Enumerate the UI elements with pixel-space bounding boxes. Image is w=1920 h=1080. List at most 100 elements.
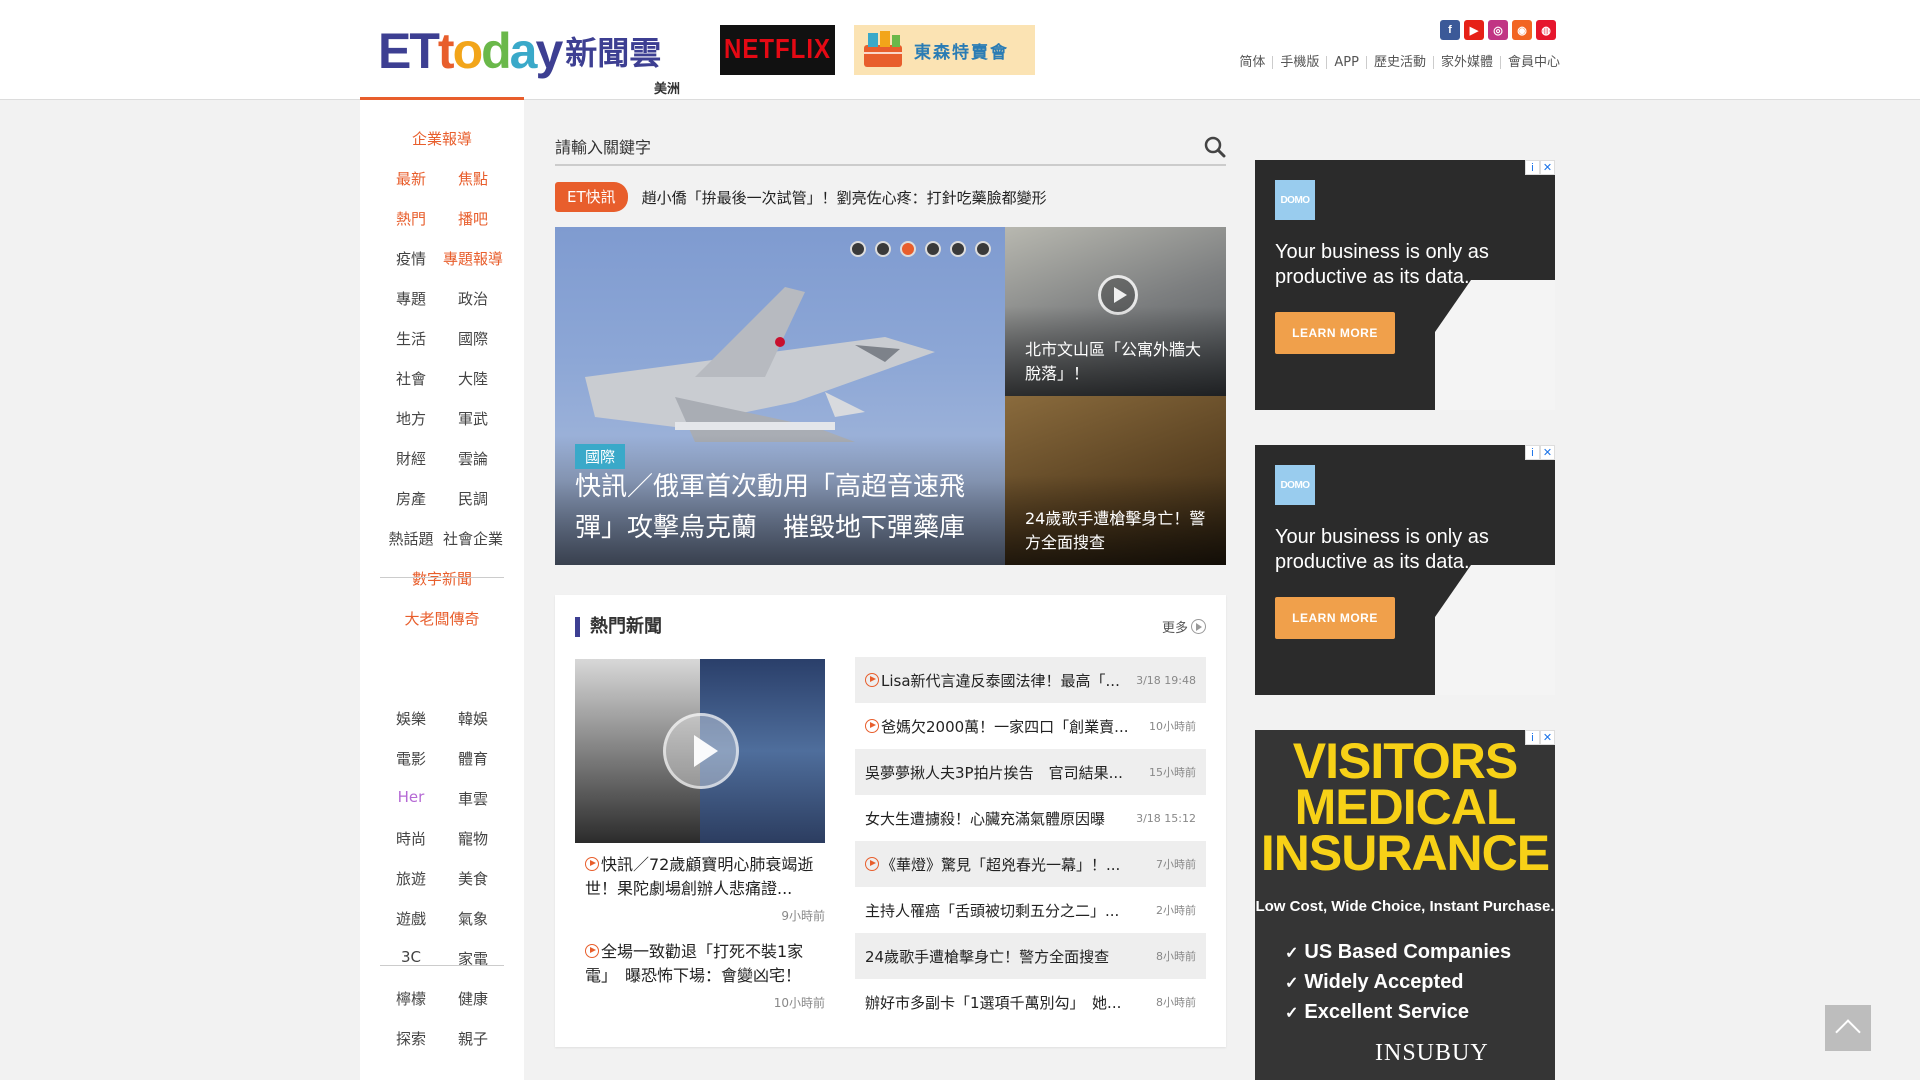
facebook-icon[interactable]: f xyxy=(1440,20,1460,40)
weibo-icon[interactable]: ◍ xyxy=(1536,20,1556,40)
sidebar-item[interactable]: 地方 xyxy=(380,408,442,429)
hot-news-title: 主持人罹癌「舌頭被切剩五分之二」... xyxy=(865,901,1120,920)
hot-news-title: 《華燈》驚見「超兇春光一幕」！... xyxy=(881,855,1121,874)
insurance-ad[interactable]: VISITORS MEDICAL INSURANCE Low Cost, Wid… xyxy=(1255,730,1555,1080)
hot-featured-item[interactable]: 全場一致勸退「打死不裝1家電」 曝恐怖下場：會變凶宅！ 10小時前 xyxy=(585,940,825,1011)
hot-featured-image[interactable] xyxy=(575,659,825,843)
slide-dot[interactable] xyxy=(975,241,991,257)
adchoices-icon[interactable]: i xyxy=(1525,160,1540,175)
slide-dot[interactable] xyxy=(850,241,866,257)
netflix-banner[interactable]: NETFLIX xyxy=(720,25,835,75)
sidebar-item[interactable]: 體育 xyxy=(442,748,504,769)
close-icon[interactable]: ✕ xyxy=(1540,445,1555,460)
sidebar-item[interactable]: 最新 xyxy=(380,168,442,189)
hot-featured-time: 10小時前 xyxy=(773,996,825,1010)
hot-news-item[interactable]: 24歲歌手遭槍擊身亡！警方全面搜查 8小時前 xyxy=(855,933,1206,979)
sidebar-item[interactable]: 播吧 xyxy=(442,208,504,229)
hot-news-item[interactable]: 辦好市多副卡「1選項千萬別勾」 她... 8小時前 xyxy=(855,979,1206,1025)
sidebar-item[interactable]: 旅遊 xyxy=(380,868,442,889)
hero-title[interactable]: 快訊／俄軍首次動用「高超音速飛彈」攻擊烏克蘭 摧毀地下彈藥庫 xyxy=(575,467,995,549)
sidebar-item[interactable]: 寵物 xyxy=(442,828,504,849)
sidebar-item[interactable]: 車雲 xyxy=(442,788,504,809)
ad-controls: i ✕ xyxy=(1525,445,1555,460)
check-icon: ✓ xyxy=(1285,1005,1299,1022)
slide-dot[interactable] xyxy=(950,241,966,257)
sidebar-item[interactable]: 健康 xyxy=(442,988,504,1009)
close-icon[interactable]: ✕ xyxy=(1540,160,1555,175)
domo-ad[interactable]: DOMO Your business is only as productive… xyxy=(1255,445,1555,695)
hot-news-item[interactable]: Lisa新代言違反泰國法律！最高「... 3/18 19:48 xyxy=(855,657,1206,703)
top-link[interactable]: 會員中心 xyxy=(1499,56,1560,69)
sidebar-item[interactable]: 社會企業 xyxy=(442,528,504,549)
top-link[interactable]: APP xyxy=(1326,56,1366,69)
top-link[interactable]: 家外媒體 xyxy=(1432,56,1500,69)
search-icon[interactable] xyxy=(1204,136,1226,158)
sidebar-item[interactable]: 電影 xyxy=(380,748,442,769)
sidebar-item[interactable]: 專題報導 xyxy=(442,248,504,269)
sidebar-item[interactable]: 雲論 xyxy=(442,448,504,469)
slide-dot[interactable] xyxy=(875,241,891,257)
sidebar-item[interactable]: 政治 xyxy=(442,288,504,309)
sidebar-item[interactable]: 大陸 xyxy=(442,368,504,389)
top-link[interactable]: 简体 xyxy=(1232,56,1272,69)
sale-banner[interactable]: 東森特賣會 xyxy=(854,25,1035,75)
more-link[interactable]: 更多 xyxy=(1162,617,1206,636)
sidebar-item[interactable]: 熱門 xyxy=(380,208,442,229)
hot-news-item[interactable]: 主持人罹癌「舌頭被切剩五分之二」... 2小時前 xyxy=(855,887,1206,933)
sidebar-item[interactable]: 軍武 xyxy=(442,408,504,429)
sidebar-item[interactable]: 檸檬 xyxy=(380,988,442,1009)
sidebar-item[interactable]: 時尚 xyxy=(380,828,442,849)
slide-dot[interactable] xyxy=(900,241,916,257)
close-icon[interactable]: ✕ xyxy=(1540,730,1555,745)
region-label[interactable]: 美洲 xyxy=(654,78,680,97)
search-input[interactable] xyxy=(555,134,1175,160)
sidebar-item[interactable]: 社會 xyxy=(380,368,442,389)
hot-news-item[interactable]: 吳夢夢揪人夫3P拍片挨告 官司結果... 15小時前 xyxy=(855,749,1206,795)
sidebar-item[interactable]: 數字新聞 xyxy=(412,568,472,589)
sidebar-item[interactable]: 親子 xyxy=(442,1028,504,1049)
sidebar-item[interactable]: 韓娛 xyxy=(442,708,504,729)
sidebar-item[interactable]: 探索 xyxy=(380,1028,442,1049)
adchoices-icon[interactable]: i xyxy=(1525,445,1540,460)
sidebar-row: 探索 親子 xyxy=(360,1028,524,1049)
sidebar-item[interactable]: Her xyxy=(380,788,442,809)
sidebar-item[interactable]: 美食 xyxy=(442,868,504,889)
sidebar-item[interactable]: 娛樂 xyxy=(380,708,442,729)
breaking-headline[interactable]: 趙小僑「拚最後一次試管」！劉亮佐心疼：打針吃藥臉都變形 xyxy=(642,187,1047,208)
sidebar-item[interactable]: 企業報導 xyxy=(412,128,472,149)
sidebar-item[interactable]: 遊戲 xyxy=(380,908,442,929)
learn-more-button[interactable]: LEARN MORE xyxy=(1275,597,1395,639)
sidebar-item[interactable]: 財經 xyxy=(380,448,442,469)
instagram-icon[interactable]: ◎ xyxy=(1488,20,1508,40)
side-news-1[interactable]: 北市文山區「公寓外牆大脫落」！ xyxy=(1005,227,1226,396)
video-icon xyxy=(865,673,879,687)
side-news-2[interactable]: 24歲歌手遭槍擊身亡！警方全面搜查 xyxy=(1005,396,1226,565)
hot-news-item[interactable]: 《華燈》驚見「超兇春光一幕」！... 7小時前 xyxy=(855,841,1206,887)
youtube-icon[interactable]: ▶ xyxy=(1464,20,1484,40)
sidebar-item[interactable]: 疫情 xyxy=(380,248,442,269)
top-link[interactable]: 歷史活動 xyxy=(1365,56,1433,69)
sidebar-item[interactable]: 焦點 xyxy=(442,168,504,189)
adchoices-icon[interactable]: i xyxy=(1525,730,1540,745)
learn-more-button[interactable]: LEARN MORE xyxy=(1275,312,1395,354)
hot-news-item[interactable]: 爸媽欠2000萬！一家四口「創業賣... 10小時前 xyxy=(855,703,1206,749)
domo-ad[interactable]: DOMO Your business is only as productive… xyxy=(1255,160,1555,410)
sidebar-item[interactable]: 國際 xyxy=(442,328,504,349)
hot-news-item[interactable]: 女大生遭擄殺！心臟充滿氣體原因曝 3/18 15:12 xyxy=(855,795,1206,841)
slide-dot[interactable] xyxy=(925,241,941,257)
back-to-top-button[interactable] xyxy=(1825,1005,1871,1051)
video-icon xyxy=(585,857,599,871)
sidebar-item[interactable]: 房產 xyxy=(380,488,442,509)
hero-slide[interactable]: 國際 快訊／俄軍首次動用「高超音速飛彈」攻擊烏克蘭 摧毀地下彈藥庫 xyxy=(555,227,1005,565)
top-link[interactable]: 手機版 xyxy=(1272,56,1326,69)
insubuy-logo: INSUBUY xyxy=(1375,1040,1489,1066)
hot-featured-item[interactable]: 快訊／72歲顧寶明心肺衰竭逝世！果陀劇場創辦人悲痛證... 9小時前 xyxy=(585,853,825,924)
sidebar-item[interactable]: 熱話題 xyxy=(380,528,442,549)
site-logo[interactable]: ET today 新聞雲 xyxy=(378,23,661,79)
sidebar-item[interactable]: 大老闆傳奇 xyxy=(404,608,479,629)
sidebar-item[interactable]: 民調 xyxy=(442,488,504,509)
rss-icon[interactable]: ◉ xyxy=(1512,20,1532,40)
sidebar-item[interactable]: 氣象 xyxy=(442,908,504,929)
sidebar-item[interactable]: 生活 xyxy=(380,328,442,349)
sidebar-item[interactable]: 專題 xyxy=(380,288,442,309)
